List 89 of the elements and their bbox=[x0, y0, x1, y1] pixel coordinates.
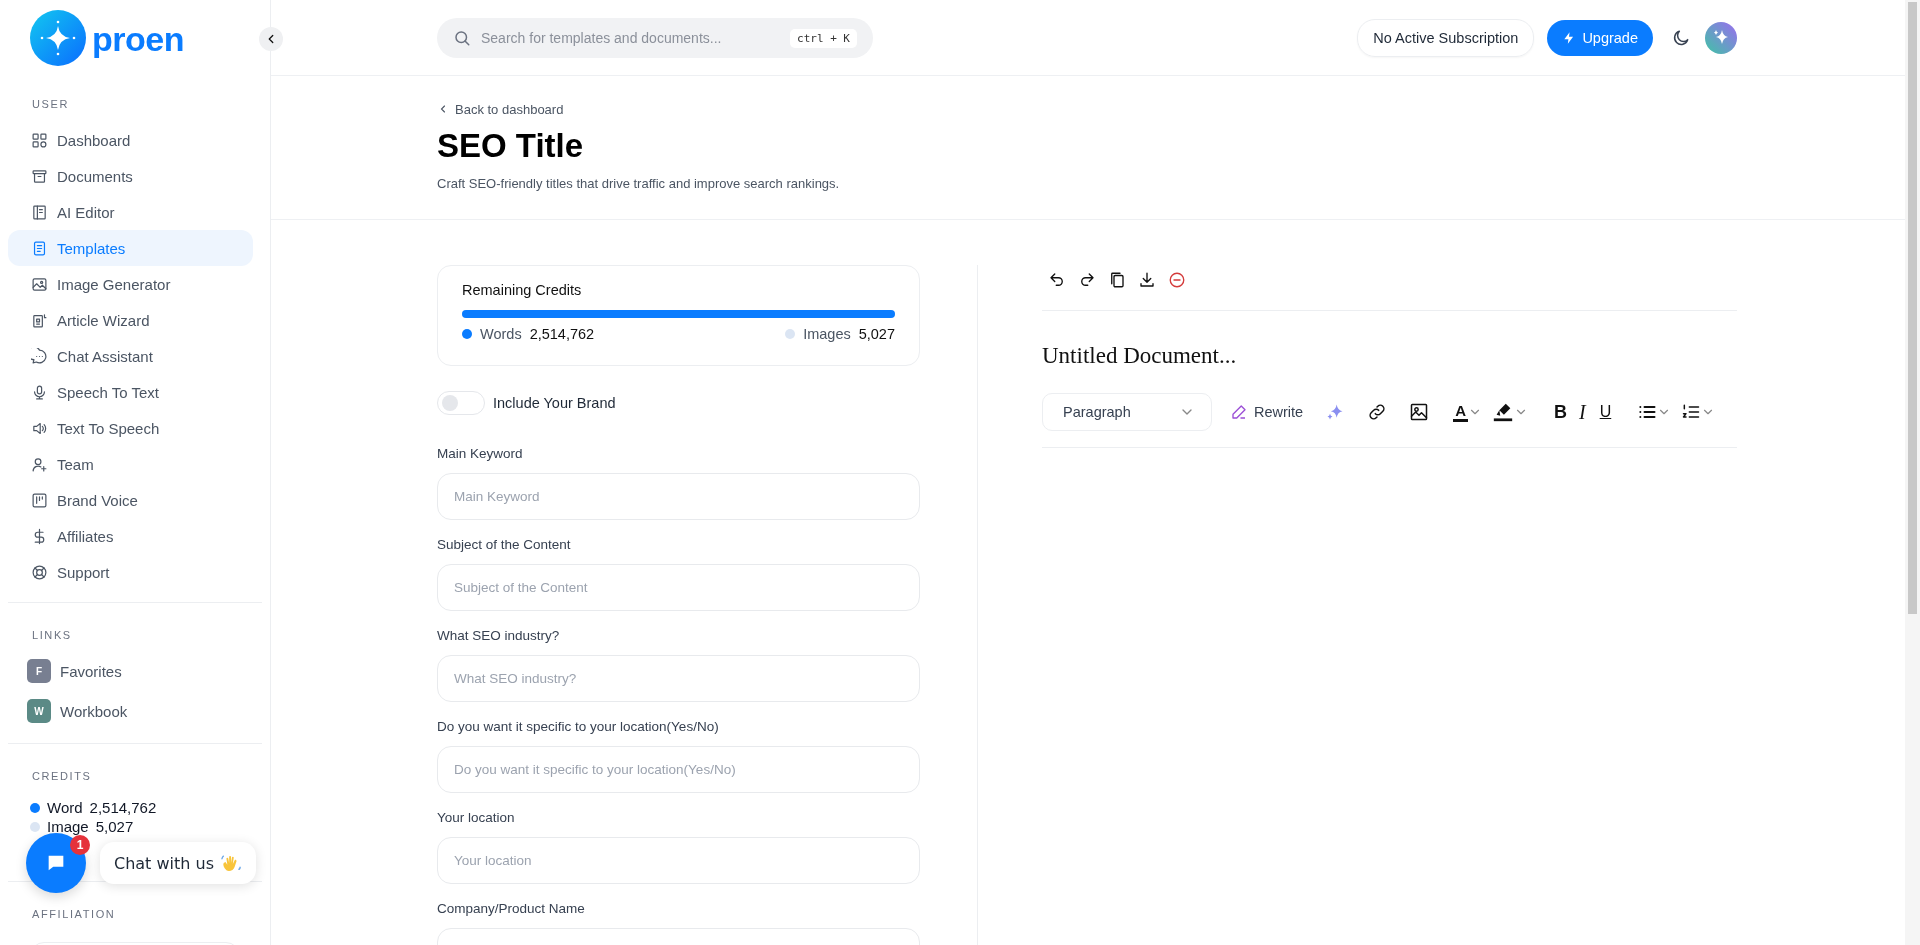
rewrite-button[interactable]: Rewrite bbox=[1230, 403, 1304, 421]
link-label: Workbook bbox=[60, 702, 128, 720]
nav-item[interactable]: Brand Voice bbox=[8, 482, 253, 518]
input-field[interactable]: Subject of the Content bbox=[437, 564, 920, 611]
credit-label: Image bbox=[47, 818, 89, 835]
page-subtitle: Craft SEO-friendly titles that drive traffic and improve search rankings. bbox=[437, 176, 841, 191]
letter-avatar: W bbox=[27, 699, 51, 723]
link-item[interactable]: F Favorites bbox=[0, 651, 270, 691]
board-icon bbox=[31, 491, 48, 509]
copy-icon[interactable] bbox=[1108, 271, 1126, 289]
bold-button[interactable]: B bbox=[1554, 401, 1567, 423]
upgrade-button[interactable]: Upgrade bbox=[1547, 19, 1653, 56]
section-heading: AFFILIATION bbox=[31, 907, 117, 922]
back-link[interactable]: Back to dashboard bbox=[437, 100, 564, 118]
nav-item[interactable]: Chat Assistant bbox=[8, 338, 253, 374]
image-icon bbox=[31, 275, 48, 293]
document-icon bbox=[31, 239, 48, 257]
logo-icon bbox=[30, 10, 86, 66]
remove-icon[interactable] bbox=[1168, 271, 1186, 289]
nav-item[interactable]: Article Wizard bbox=[8, 302, 253, 338]
search-icon bbox=[453, 29, 471, 47]
field-label: Do you want it specific to your location(Yes/No) bbox=[437, 718, 720, 736]
pencil-icon bbox=[1230, 403, 1248, 421]
nav-item[interactable]: Text To Speech bbox=[8, 410, 253, 446]
section-heading: CREDITS bbox=[31, 769, 93, 784]
field-label: Your location bbox=[437, 809, 516, 827]
link-item[interactable]: W Workbook bbox=[0, 691, 270, 731]
grid-icon bbox=[31, 131, 48, 149]
link-label: Favorites bbox=[60, 662, 122, 680]
chat-prompt[interactable]: Chat with us bbox=[100, 842, 256, 884]
search-input[interactable]: Search for templates and documents... bbox=[479, 29, 782, 47]
link-icon[interactable] bbox=[1367, 402, 1388, 422]
card-title: Remaining Credits bbox=[462, 282, 583, 300]
nav-item[interactable]: Image Generator bbox=[8, 266, 253, 302]
logo-text: proen bbox=[92, 19, 184, 59]
scrollbar[interactable] bbox=[1905, 0, 1920, 945]
toggle-switch[interactable] bbox=[437, 391, 485, 415]
waving-hand-icon bbox=[220, 852, 242, 874]
nav-item[interactable]: Templates bbox=[8, 230, 253, 266]
archive-box-icon bbox=[31, 167, 48, 185]
legend-value: 5,027 bbox=[858, 326, 895, 342]
article-icon bbox=[31, 311, 48, 329]
nav-item[interactable]: Team bbox=[8, 446, 253, 482]
section-heading: USER bbox=[31, 97, 70, 112]
download-icon[interactable] bbox=[1138, 271, 1156, 289]
nav-item[interactable]: AI Editor bbox=[8, 194, 253, 230]
field-label: What SEO industry? bbox=[437, 627, 561, 645]
nav-item[interactable]: Speech To Text bbox=[8, 374, 253, 410]
collapse-sidebar-button[interactable] bbox=[259, 27, 283, 51]
highlighter-icon[interactable] bbox=[1492, 401, 1514, 423]
page-title: SEO Title bbox=[437, 126, 585, 166]
shortcut-hint: ctrl + K bbox=[790, 28, 857, 48]
credit-value: 5,027 bbox=[95, 818, 134, 835]
legend-label: Words bbox=[480, 326, 522, 342]
undo-icon[interactable] bbox=[1048, 271, 1066, 289]
field-label: Subject of the Content bbox=[437, 536, 572, 554]
search-field[interactable]: Search for templates and documents... ctrl + K bbox=[437, 18, 873, 58]
section-heading: LINKS bbox=[31, 628, 73, 643]
text-color-button[interactable]: A bbox=[1453, 402, 1468, 422]
letter-avatar: F bbox=[27, 659, 51, 683]
image-icon[interactable] bbox=[1409, 402, 1430, 422]
input-field[interactable]: Your location bbox=[437, 837, 920, 884]
nav-item[interactable]: Documents bbox=[8, 158, 253, 194]
book-icon bbox=[31, 203, 48, 221]
user-plus-icon bbox=[31, 455, 48, 473]
credit-label: Word bbox=[47, 799, 83, 816]
legend-label: Images bbox=[803, 326, 851, 342]
input-field[interactable]: Main Keyword bbox=[437, 473, 920, 520]
nav-item[interactable]: Dashboard bbox=[8, 122, 253, 158]
input-field[interactable]: What SEO industry? bbox=[437, 655, 920, 702]
nav-item[interactable]: Support bbox=[8, 554, 253, 590]
underline-button[interactable]: U bbox=[1599, 403, 1612, 421]
credit-value: 2,514,762 bbox=[89, 799, 157, 816]
chat-label: Chat with us bbox=[114, 853, 214, 873]
lifebuoy-icon bbox=[31, 563, 48, 581]
toggle-label: Include Your Brand bbox=[493, 395, 616, 411]
microphone-icon bbox=[31, 383, 48, 401]
field-label: Main Keyword bbox=[437, 445, 524, 463]
document-title: Untitled Document... bbox=[1042, 343, 1238, 370]
subscription-status: No Active Subscription bbox=[1357, 18, 1535, 57]
italic-button[interactable]: I bbox=[1579, 400, 1586, 424]
input-field[interactable]: Do you want it specific to your location(Yes/No) bbox=[437, 746, 920, 793]
block-type-select[interactable]: Paragraph bbox=[1042, 393, 1212, 431]
redo-icon[interactable] bbox=[1078, 271, 1096, 289]
legend-value: 2,514,762 bbox=[529, 326, 595, 342]
nav-item[interactable]: Affiliates bbox=[8, 518, 253, 554]
field-label: Company/Product Name bbox=[437, 900, 586, 918]
chat-bubble-icon bbox=[31, 347, 48, 365]
avatar-icon[interactable] bbox=[1705, 21, 1737, 54]
